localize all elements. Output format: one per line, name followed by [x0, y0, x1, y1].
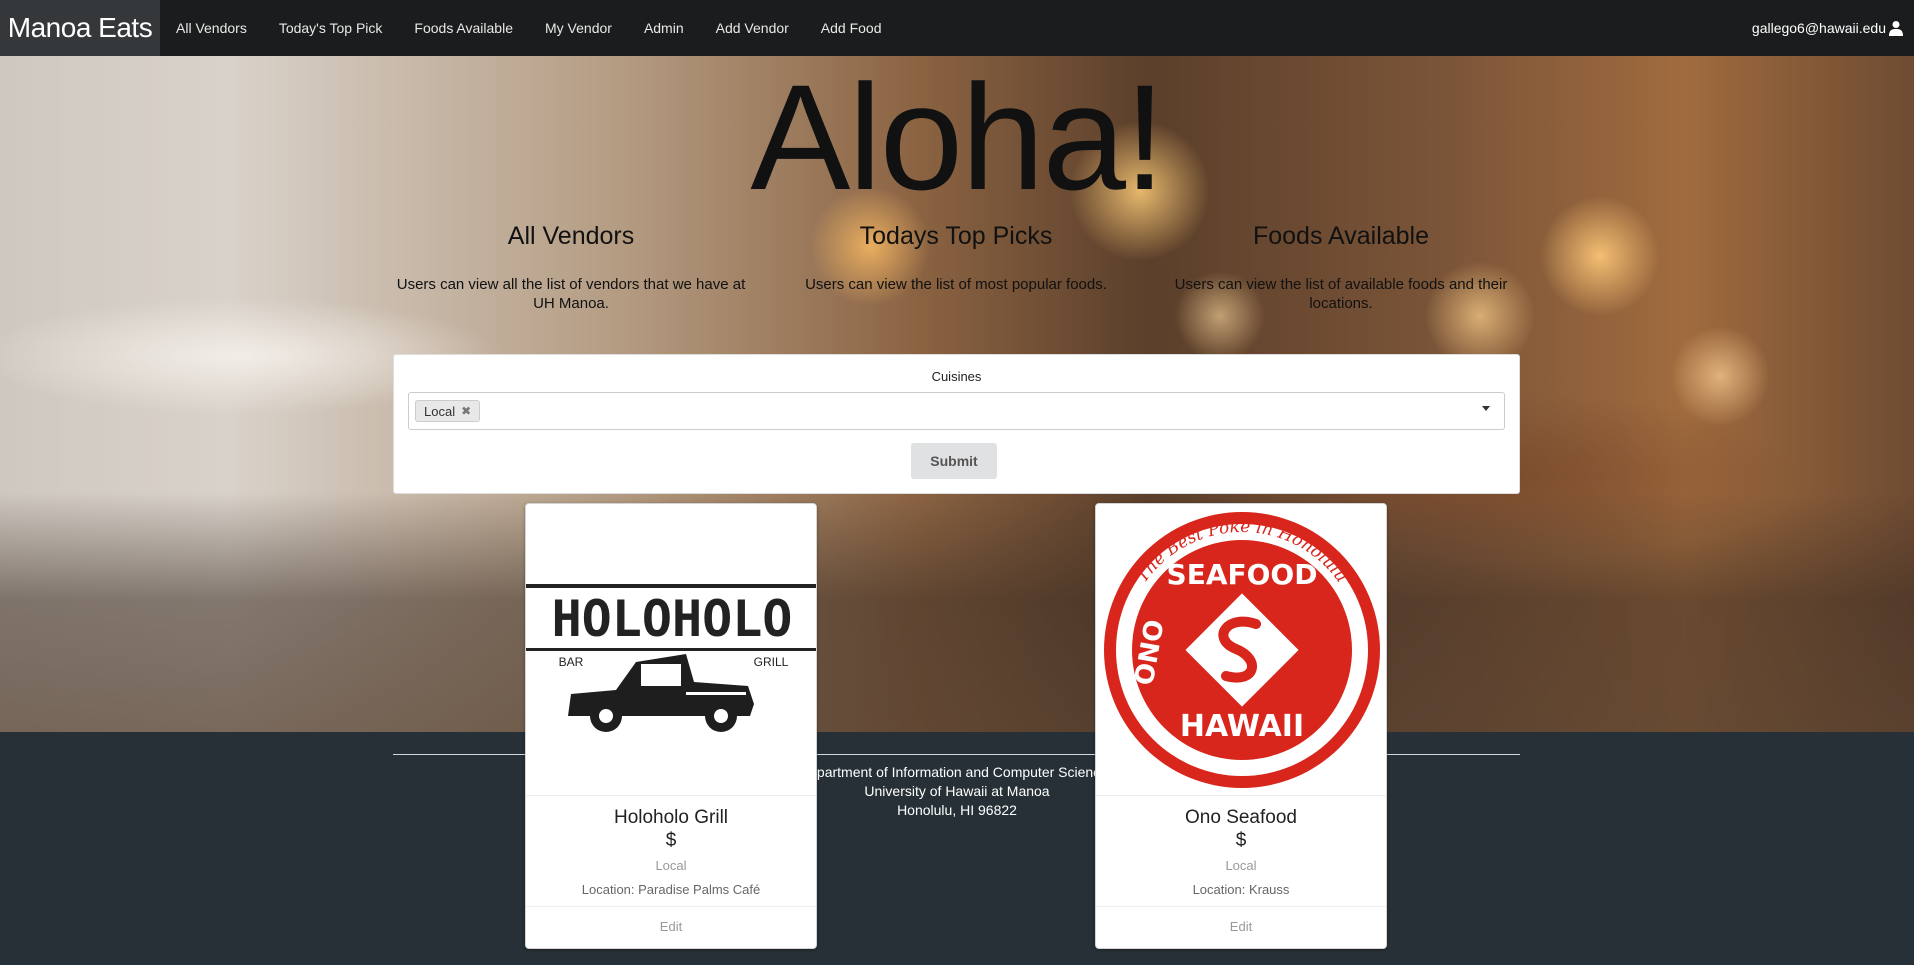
vendor-price: $ [1235, 830, 1247, 851]
vendor-logo-holoholo: HOLOHOLO BAR GRILL [526, 504, 816, 796]
nav-my-vendor[interactable]: My Vendor [529, 0, 628, 56]
holoholo-logo-image: HOLOHOLO BAR GRILL [526, 584, 816, 732]
feature-title: Todays Top Picks [859, 222, 1053, 250]
footer-line-1: Department of Information and Computer S… [799, 764, 1115, 780]
vendor-price: $ [665, 830, 677, 851]
chip-label: Local [424, 403, 456, 419]
hero-heading: Aloha! [750, 53, 1165, 221]
selected-cuisine-chip: Local ✖ [415, 400, 481, 422]
cuisine-multiselect[interactable]: Local ✖ [408, 392, 1505, 430]
vendor-location: Location: Paradise Palms Café [581, 882, 761, 897]
top-navbar: Manoa Eats All Vendors Today's Top Pick … [0, 0, 1914, 56]
caret-down-icon[interactable] [1482, 406, 1490, 411]
vendor-card[interactable]: The Best Poke in Honolulu Since 1995 SEA… [1095, 503, 1387, 949]
vendor-logo-ono-seafood: The Best Poke in Honolulu Since 1995 SEA… [1096, 504, 1386, 796]
nav-admin[interactable]: Admin [628, 0, 700, 56]
edit-link[interactable]: Edit [1096, 906, 1386, 948]
vendor-cuisine: Local [1225, 858, 1257, 873]
footer: Department of Information and Computer S… [0, 763, 1914, 820]
close-icon[interactable]: ✖ [461, 404, 471, 418]
vendor-name: Holoholo Grill [613, 807, 729, 828]
feature-top-picks: Todays Top Picks Users can view the list… [776, 222, 1136, 294]
ono-seafood-logo-image: The Best Poke in Honolulu Since 1995 SEA… [1104, 512, 1380, 788]
cuisine-filter-form: Cuisines Local ✖ Submit [393, 354, 1520, 494]
feature-title: Foods Available [1252, 222, 1430, 250]
nav-todays-top-pick[interactable]: Today's Top Pick [263, 0, 399, 56]
user-email: gallego6@hawaii.edu [1751, 20, 1886, 36]
vendor-cuisine: Local [655, 858, 687, 873]
footer-line-3: Honolulu, HI 96822 [897, 802, 1017, 818]
vendor-card[interactable]: HOLOHOLO BAR GRILL Holoholo Grill $ Loca… [525, 503, 817, 949]
logo-seafood: SEAFOOD [1167, 558, 1318, 591]
feature-foods-available: Foods Available Users can view the list … [1161, 222, 1521, 313]
feature-title: All Vendors [507, 222, 635, 250]
footer-line-2: University of Hawaii at Manoa [864, 783, 1050, 799]
nav-all-vendors[interactable]: All Vendors [160, 0, 263, 56]
cuisines-label: Cuisines [931, 369, 982, 384]
brand-logo[interactable]: Manoa Eats [0, 0, 160, 56]
user-menu[interactable]: gallego6@hawaii.edu [1752, 0, 1904, 56]
nav-add-vendor[interactable]: Add Vendor [700, 0, 805, 56]
edit-link[interactable]: Edit [526, 906, 816, 948]
feature-all-vendors: All Vendors Users can view all the list … [391, 222, 751, 313]
feature-text: Users can view all the list of vendors t… [396, 276, 746, 312]
nav-add-food[interactable]: Add Food [805, 0, 898, 56]
vendor-location: Location: Krauss [1192, 882, 1290, 897]
user-icon [1889, 21, 1903, 36]
nav-foods-available[interactable]: Foods Available [398, 0, 529, 56]
submit-button[interactable]: Submit [911, 443, 997, 479]
logo-hawaii: HAWAII [1180, 709, 1304, 744]
feature-text: Users can view the list of available foo… [1174, 276, 1508, 312]
logo-text: HOLOHOLO [552, 590, 793, 648]
feature-text: Users can view the list of most popular … [805, 276, 1107, 293]
logo-bar: BAR [559, 655, 584, 669]
vendor-name: Ono Seafood [1185, 807, 1297, 828]
hero-floor-shade [0, 492, 1914, 732]
logo-grill: GRILL [754, 655, 789, 669]
